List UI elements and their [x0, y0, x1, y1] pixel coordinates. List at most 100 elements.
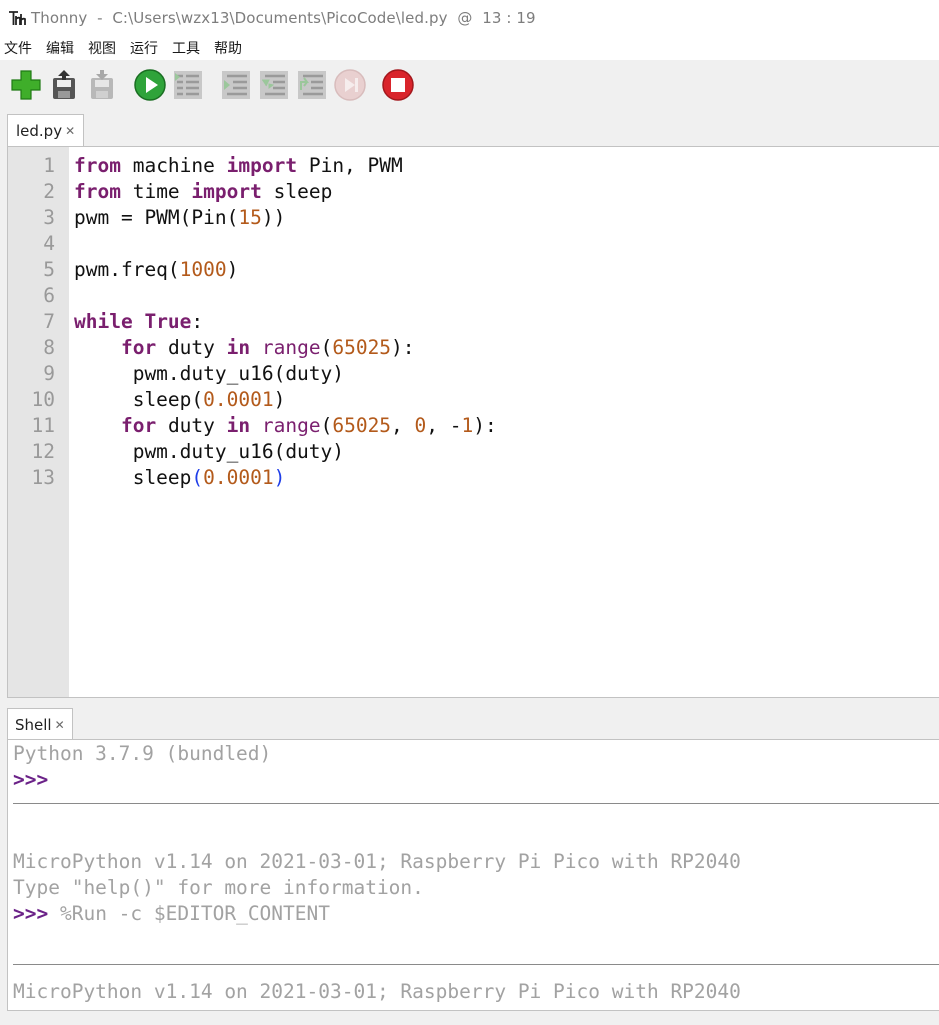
- code-editor[interactable]: 1 2 3 4 5 6 7 8 9 10 11 12 13 from machi…: [7, 146, 939, 698]
- save-file-button[interactable]: [85, 68, 119, 102]
- cursor-position: 13 : 19: [482, 9, 536, 27]
- code-text: ):: [473, 414, 497, 437]
- title-dash: -: [97, 9, 103, 27]
- shell-separator: [13, 964, 939, 965]
- step-into-icon: [260, 71, 288, 99]
- code-text: (: [320, 414, 333, 437]
- keyword: for: [120, 414, 157, 437]
- open-file-button[interactable]: [47, 68, 81, 102]
- tab-shell[interactable]: Shell ✕: [7, 708, 73, 740]
- line-number: 1: [43, 154, 55, 177]
- code-line-11: for duty in range(65025, 0, -1):: [74, 413, 497, 439]
- shell-prompt: >>>: [13, 768, 49, 791]
- number-literal: 0: [414, 414, 427, 437]
- code-text: ): [226, 258, 239, 281]
- code-line-13: sleep(0.0001): [74, 465, 286, 491]
- shell-tab-label: Shell: [15, 715, 52, 734]
- code-text: :: [191, 310, 204, 333]
- code-text: duty: [156, 336, 227, 359]
- code-area[interactable]: from machine import Pin, PWM from time i…: [74, 147, 939, 697]
- shell-console[interactable]: Python 3.7.9 (bundled) >>> MicroPython v…: [7, 739, 939, 1011]
- step-out-icon: [298, 71, 326, 99]
- step-over-button[interactable]: [219, 68, 253, 102]
- keyword: while: [74, 310, 133, 333]
- editor-tab-bar: led.py ✕: [0, 110, 939, 147]
- number-literal: 0.0001: [203, 388, 274, 411]
- line-number: 13: [31, 466, 55, 489]
- line-number: 4: [43, 232, 55, 255]
- code-line-3: pwm = PWM(Pin(15)): [74, 205, 285, 231]
- run-button[interactable]: [133, 68, 167, 102]
- keyword: from: [74, 154, 121, 177]
- step-over-icon: [222, 71, 250, 99]
- keyword: from: [74, 180, 121, 203]
- line-number: 12: [31, 440, 55, 463]
- menu-run[interactable]: 运行: [130, 38, 158, 58]
- keyword: in: [226, 414, 251, 437]
- code-text: machine: [120, 154, 227, 177]
- close-icon[interactable]: ✕: [55, 718, 65, 732]
- new-file-icon: [11, 70, 41, 100]
- shell-panel: Shell ✕ Python 3.7.9 (bundled) >>> Micro…: [0, 698, 939, 1025]
- app-name: Thonny: [31, 9, 88, 27]
- code-text: pwm.freq(: [74, 258, 180, 281]
- code-text: )): [261, 206, 286, 229]
- number-literal: 65025: [332, 336, 392, 359]
- title-at: @: [457, 9, 473, 27]
- tab-led-py[interactable]: led.py ✕: [7, 114, 85, 147]
- code-text: ,: [391, 414, 415, 437]
- line-number: 7: [43, 310, 55, 333]
- shell-command: %Run -c $EDITOR_CONTENT: [48, 902, 330, 925]
- toolbar: [0, 60, 939, 110]
- code-line-1: from machine import Pin, PWM: [74, 153, 403, 179]
- keyword: in: [226, 336, 251, 359]
- code-line-12: pwm.duty_u16(duty): [74, 439, 344, 465]
- code-text: time: [120, 180, 192, 203]
- line-number: 9: [43, 362, 55, 385]
- shell-prompt: >>>: [13, 902, 49, 925]
- builtin: range: [261, 414, 321, 437]
- code-text: sleep: [261, 180, 333, 203]
- line-number-gutter: 1 2 3 4 5 6 7 8 9 10 11 12 13: [8, 147, 69, 697]
- menu-file[interactable]: 文件: [4, 38, 32, 58]
- matched-paren: ): [273, 466, 286, 489]
- code-line-2: from time import sleep: [74, 179, 332, 205]
- line-number: 5: [43, 258, 55, 281]
- keyword: import: [191, 180, 262, 203]
- shell-line: MicroPython v1.14 on 2021-03-01; Raspber…: [13, 850, 741, 873]
- menu-edit[interactable]: 编辑: [46, 38, 74, 58]
- menu-view[interactable]: 视图: [88, 38, 116, 58]
- file-path: C:\Users\wzx13\Documents\PicoCode\led.py: [112, 9, 448, 27]
- code-text: , -: [426, 414, 462, 437]
- shell-line: Python 3.7.9 (bundled): [13, 742, 272, 765]
- code-line-8: for duty in range(65025):: [74, 335, 415, 361]
- number-literal: 15: [238, 206, 262, 229]
- tab-label: led.py: [16, 122, 63, 140]
- number-literal: 1: [461, 414, 474, 437]
- shell-separator: [13, 803, 939, 804]
- menu-bar: 文件 编辑 视图 运行 工具 帮助: [0, 36, 939, 60]
- line-number: 3: [43, 206, 55, 229]
- window-title: Thonny - C:\Users\wzx13\Documents\PicoCo…: [31, 9, 536, 27]
- code-line-7: while True:: [74, 309, 203, 335]
- resume-button[interactable]: [333, 68, 367, 102]
- new-file-button[interactable]: [9, 68, 43, 102]
- line-number: 2: [43, 180, 55, 203]
- code-text: pwm = PWM(Pin(: [74, 206, 239, 229]
- menu-help[interactable]: 帮助: [214, 38, 242, 58]
- run-icon: [134, 69, 166, 101]
- step-out-button[interactable]: [295, 68, 329, 102]
- line-number: 8: [43, 336, 55, 359]
- close-icon[interactable]: ✕: [65, 124, 75, 138]
- step-into-button[interactable]: [257, 68, 291, 102]
- number-literal: 0.0001: [203, 466, 274, 489]
- stop-button[interactable]: [381, 68, 415, 102]
- number-literal: 1000: [179, 258, 227, 281]
- debug-icon: [174, 71, 202, 99]
- debug-button[interactable]: [171, 68, 205, 102]
- menu-tools[interactable]: 工具: [172, 38, 200, 58]
- number-literal: 65025: [332, 414, 392, 437]
